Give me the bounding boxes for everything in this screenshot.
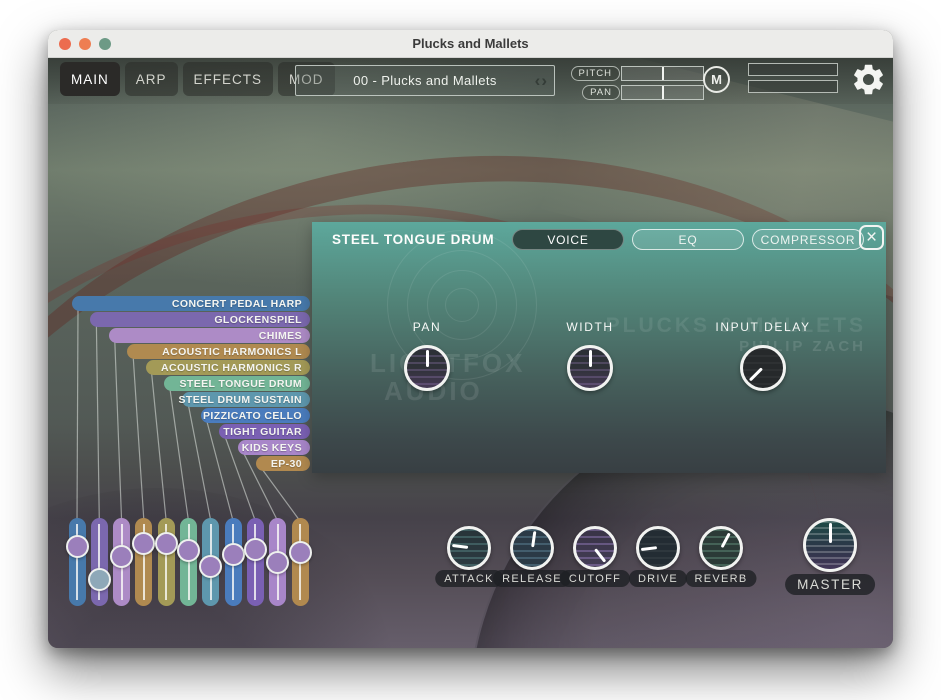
fader-thumb-kids-keys[interactable] [266,551,289,574]
pan-label: PAN [582,85,620,100]
fader-thumb-glockenspiel[interactable] [88,568,111,591]
tab-effects[interactable]: EFFECTS [183,62,274,96]
knob-rotor [570,348,610,388]
preset-next-icon[interactable]: › [541,71,547,91]
titlebar: Plucks and Mallets [48,30,893,58]
output-meters [748,63,838,97]
connector-line [152,373,167,521]
tab-arp[interactable]: ARP [125,62,178,96]
plugin-window: Plucks and Mallets MAINARPEFFECTSMOD 00 … [48,30,893,648]
fader-thumb-acoustic-harmonics-r[interactable] [155,532,178,555]
knob-rotor [740,345,786,391]
layer-bar-glockenspiel[interactable]: GLOCKENSPIEL [90,312,310,327]
toolbar: MAINARPEFFECTSMOD 00 - Plucks and Mallet… [48,58,893,104]
fader-chimes[interactable] [113,518,130,606]
pitch-slider[interactable] [621,66,704,81]
layer-bar-chimes[interactable]: CHIMES [109,328,310,343]
fader-thumb-acoustic-harmonics-l[interactable] [132,532,155,555]
layer-bar-ep-30[interactable]: EP-30 [256,456,310,471]
layer-bar-steel-tongue-drum[interactable]: STEEL TONGUE DRUM [164,376,310,391]
settings-gear-icon[interactable] [850,61,887,98]
pitch-slider-handle[interactable] [662,67,664,80]
fader-track-line [254,524,256,600]
fader-acoustic-harmonics-r[interactable] [158,518,175,606]
layer-bar-pizzicato-cello[interactable]: PIZZICATO CELLO [201,408,310,423]
fader-ep-30[interactable] [292,518,309,606]
layer-edit-panel: LIGHTFOX AUDIO PLUCKS & MALLETS PHILIP Z… [312,222,886,473]
fader-concert-pedal-harp[interactable] [69,518,86,606]
layer-bar-acoustic-harmonics-l[interactable]: ACOUSTIC HARMONICS L [127,344,310,359]
layer-bar-steel-drum-sustain[interactable]: STEEL DRUM SUSTAIN [182,392,310,407]
knob-rotor [407,348,447,388]
watermark-ring-icon [445,288,479,322]
fader-thumb-pizzicato-cello[interactable] [222,543,245,566]
knob-pointer [426,350,429,367]
preset-selector[interactable]: 00 - Plucks and Mallets ‹ › [295,65,555,96]
knob-label-width: WIDTH [566,320,613,334]
knob-pointer [749,368,763,382]
knob-pan[interactable] [404,345,450,391]
knob-input-delay[interactable] [740,345,786,391]
knob-pointer [589,350,592,367]
preset-name: 00 - Plucks and Mallets [353,73,497,88]
meter-left [748,63,838,76]
panel-tab-eq[interactable]: EQ [632,229,744,250]
knob-width[interactable] [567,345,613,391]
meter-right [748,80,838,93]
panel-tab-voice[interactable]: VOICE [512,229,624,250]
connector-line [77,309,78,521]
minimize-window-button[interactable] [79,38,91,50]
fader-thumb-concert-pedal-harp[interactable] [66,535,89,558]
close-window-button[interactable] [59,38,71,50]
layer-bar-concert-pedal-harp[interactable]: CONCERT PEDAL HARP [72,296,310,311]
tab-main[interactable]: MAIN [60,62,120,96]
panel-close-button[interactable]: × [859,225,884,250]
fader-acoustic-harmonics-l[interactable] [135,518,152,606]
zoom-window-button[interactable] [99,38,111,50]
connector-line [170,389,189,521]
fader-pizzicato-cello[interactable] [225,518,242,606]
fader-track-line [188,524,190,600]
connector-line [96,325,99,521]
connector-line [262,469,300,521]
traffic-lights [59,30,111,58]
fader-thumb-steel-drum-sustain[interactable] [199,555,222,578]
knob-label-pan: PAN [413,320,442,334]
fader-glockenspiel[interactable] [91,518,108,606]
nav-tabs: MAINARPEFFECTSMOD [60,62,335,96]
pan-slider[interactable] [621,85,704,100]
fader-kids-keys[interactable] [269,518,286,606]
fader-thumb-chimes[interactable] [110,545,133,568]
fader-steel-tongue-drum[interactable] [180,518,197,606]
preset-nav: ‹ › [535,66,547,95]
fader-steel-drum-sustain[interactable] [202,518,219,606]
panel-tab-compressor[interactable]: COMPRESSOR [752,229,864,250]
pan-slider-handle[interactable] [662,86,664,99]
midi-button[interactable]: M [703,66,730,93]
panel-tabs: VOICE EQ COMPRESSOR [512,229,864,250]
panel-title: STEEL TONGUE DRUM [332,232,494,247]
connector-line [115,341,122,521]
knob-label-input-delay: INPUT DELAY [715,320,810,334]
fader-thumb-ep-30[interactable] [289,541,312,564]
layer-bar-kids-keys[interactable]: KIDS KEYS [238,440,310,455]
pitch-label: PITCH [571,66,621,81]
plugin-ui: MAINARPEFFECTSMOD 00 - Plucks and Mallet… [48,58,893,648]
layer-bar-acoustic-harmonics-r[interactable]: ACOUSTIC HARMONICS R [146,360,310,375]
fader-tight-guitar[interactable] [247,518,264,606]
fader-thumb-steel-tongue-drum[interactable] [177,539,200,562]
layer-bar-tight-guitar[interactable]: TIGHT GUITAR [219,424,310,439]
preset-prev-icon[interactable]: ‹ [535,71,541,91]
connector-line [133,357,144,521]
fader-thumb-tight-guitar[interactable] [244,538,267,561]
window-title: Plucks and Mallets [412,36,528,51]
